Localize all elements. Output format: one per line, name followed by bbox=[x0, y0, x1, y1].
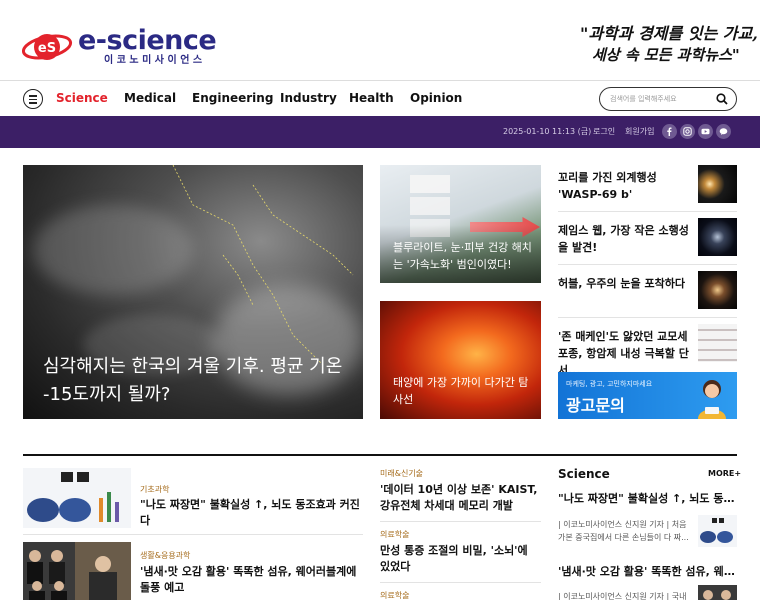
nav-item-industry[interactable]: Industry bbox=[280, 91, 337, 105]
logo-subtitle: 이코노미사이언스 bbox=[104, 55, 206, 66]
ad-title: 광고문의 bbox=[566, 396, 625, 415]
login-link[interactable]: 로그인 bbox=[593, 126, 615, 137]
divider bbox=[23, 534, 363, 535]
list-item-title[interactable]: 제임스 웹, 가장 작은 소행성을 발견! bbox=[558, 222, 692, 256]
slogan: "과학과 경제를 잇는 가교, 세상 속 모든 과학뉴스" bbox=[580, 20, 758, 68]
article-category[interactable]: 의료학술 bbox=[380, 590, 409, 600]
asteroid-thumbnail[interactable] bbox=[698, 218, 737, 256]
ad-tagline: 마케팅, 광고, 고민하지마세요 bbox=[566, 380, 653, 388]
instagram-button[interactable] bbox=[680, 124, 695, 139]
feature-card-solar-probe[interactable]: 태양에 가장 가까이 다가간 탐사선 bbox=[380, 301, 541, 419]
slogan-line-2: 세상 속 모든 과학뉴스" bbox=[592, 46, 740, 64]
article-category[interactable]: 기초과학 bbox=[140, 484, 169, 495]
feature-card-title[interactable]: 태양에 가장 가까이 다가간 탐사선 bbox=[393, 374, 533, 408]
article-title[interactable]: '데이터 10년 이상 보존' KAIST, 강유전체 차세대 메모리 개발 bbox=[380, 482, 541, 514]
section-separator bbox=[23, 454, 737, 456]
divider bbox=[558, 264, 737, 265]
article-summary[interactable]: | 이코노미사이언스 신지원 기자 | 처음 가본 중국집에서 다른 손님들이 … bbox=[558, 518, 692, 544]
hero-title[interactable]: 심각해지는 한국의 겨울 기후. 평균 기온 -15도까지 될까? bbox=[43, 353, 348, 409]
search-icon[interactable] bbox=[716, 93, 728, 105]
list-item[interactable]: '존 매케인'도 앓았던 교모세포종, 항암제 내성 극복할 단서... bbox=[558, 324, 737, 377]
top-utility-bar: 2025-01-10 11:13 (금) 로그인 회원가입 bbox=[0, 116, 760, 148]
more-link[interactable]: MORE+ bbox=[708, 469, 741, 478]
article-category[interactable]: 미래&신기술 bbox=[380, 468, 423, 479]
list-item[interactable]: 제임스 웹, 가장 작은 소행성을 발견! bbox=[558, 218, 737, 264]
facebook-button[interactable] bbox=[662, 124, 677, 139]
site-logo[interactable]: eS e-science 이코노미사이언스 bbox=[22, 26, 222, 70]
article-category[interactable]: 생활&응용과학 bbox=[140, 550, 190, 561]
facebook-icon bbox=[667, 127, 672, 136]
nav-item-engineering[interactable]: Engineering bbox=[192, 91, 273, 105]
search-input[interactable]: 검색어를 입력해주세요 bbox=[599, 87, 737, 111]
ad-banner[interactable]: 마케팅, 광고, 고민하지마세요 광고문의 bbox=[558, 372, 737, 419]
slogan-line-1: "과학과 경제를 잇는 가교, bbox=[580, 24, 758, 43]
current-datetime: 2025-01-10 11:13 (금) bbox=[503, 127, 592, 136]
youtube-button[interactable] bbox=[698, 124, 713, 139]
join-link[interactable]: 회원가입 bbox=[625, 126, 654, 137]
exoplanet-thumbnail[interactable] bbox=[698, 165, 737, 203]
list-item[interactable]: 허블, 우주의 눈을 포착하다 bbox=[558, 271, 737, 317]
hamburger-menu-button[interactable] bbox=[23, 89, 43, 109]
divider bbox=[380, 582, 541, 583]
youtube-icon bbox=[701, 128, 710, 135]
article-title[interactable]: 만성 통증 조절의 비밀, '소뇌'에 있었다 bbox=[380, 543, 541, 575]
brain-scan-thumbnail[interactable] bbox=[698, 515, 737, 547]
article-category[interactable]: 의료학술 bbox=[380, 529, 409, 540]
logo-wordmark: e-science bbox=[78, 25, 217, 56]
divider bbox=[558, 317, 737, 318]
list-item[interactable]: 꼬리를 가진 외계행성 'WASP-69 b' bbox=[558, 165, 737, 211]
section-heading-science: Science bbox=[558, 467, 610, 481]
nav-item-medical[interactable]: Medical bbox=[124, 91, 176, 105]
article-title[interactable]: "나도 짜장면" 불확실성 ↑, 뇌도 동조효과 커진다 bbox=[140, 497, 362, 529]
hero-article[interactable]: 심각해지는 한국의 겨울 기후. 평균 기온 -15도까지 될까? bbox=[23, 165, 363, 419]
instagram-icon bbox=[683, 127, 692, 136]
galaxy-thumbnail[interactable] bbox=[698, 271, 737, 309]
article-title[interactable]: '냄새·맛 오감 활용' 똑똑한 섬유, 웨어러블계에 돌풍 예고 bbox=[140, 564, 362, 596]
hamburger-icon bbox=[29, 98, 37, 101]
hamburger-icon bbox=[29, 95, 37, 97]
article-title[interactable]: "나도 짜장면" 불확실성 ↑, 뇌도 동조... bbox=[558, 491, 737, 507]
nav-item-health[interactable]: Health bbox=[349, 91, 394, 105]
divider bbox=[380, 521, 541, 522]
nav-item-opinion[interactable]: Opinion bbox=[410, 91, 462, 105]
logo-mark-text: eS bbox=[38, 41, 56, 56]
research-figure-thumbnail[interactable] bbox=[698, 324, 737, 362]
article-summary[interactable]: | 이코노미사이언스 신지원 기자 | 국내 bbox=[558, 590, 692, 600]
article-title[interactable]: '냄새·맛 오감 활용' 똑똑한 섬유, 웨어... bbox=[558, 564, 737, 580]
feature-card-title[interactable]: 블루라이트, 눈·피부 건강 해치는 '가속노화' 범인이였다! bbox=[393, 239, 533, 273]
hamburger-icon bbox=[29, 102, 37, 104]
feature-card-bluelight[interactable]: 블루라이트, 눈·피부 건강 해치는 '가속노화' 범인이였다! bbox=[380, 165, 541, 283]
divider bbox=[558, 211, 737, 212]
kakao-icon bbox=[719, 128, 728, 135]
list-item-title[interactable]: 허블, 우주의 눈을 포착하다 bbox=[558, 275, 692, 292]
researchers-photo-thumbnail[interactable] bbox=[23, 542, 131, 600]
logo-mark-icon: eS bbox=[22, 34, 73, 60]
main-nav: Science Medical Engineering Industry Hea… bbox=[0, 80, 760, 116]
list-item-title[interactable]: 꼬리를 가진 외계행성 'WASP-69 b' bbox=[558, 169, 692, 203]
search-placeholder: 검색어를 입력해주세요 bbox=[610, 95, 677, 103]
kakao-button[interactable] bbox=[716, 124, 731, 139]
researchers-photo-thumbnail[interactable] bbox=[698, 585, 737, 600]
brain-scan-thumbnail[interactable] bbox=[23, 468, 131, 528]
nav-item-science[interactable]: Science bbox=[56, 91, 108, 105]
person-illustration-icon bbox=[698, 380, 726, 419]
site-header: eS e-science 이코노미사이언스 "과학과 경제를 잇는 가교, 세상… bbox=[0, 0, 760, 80]
